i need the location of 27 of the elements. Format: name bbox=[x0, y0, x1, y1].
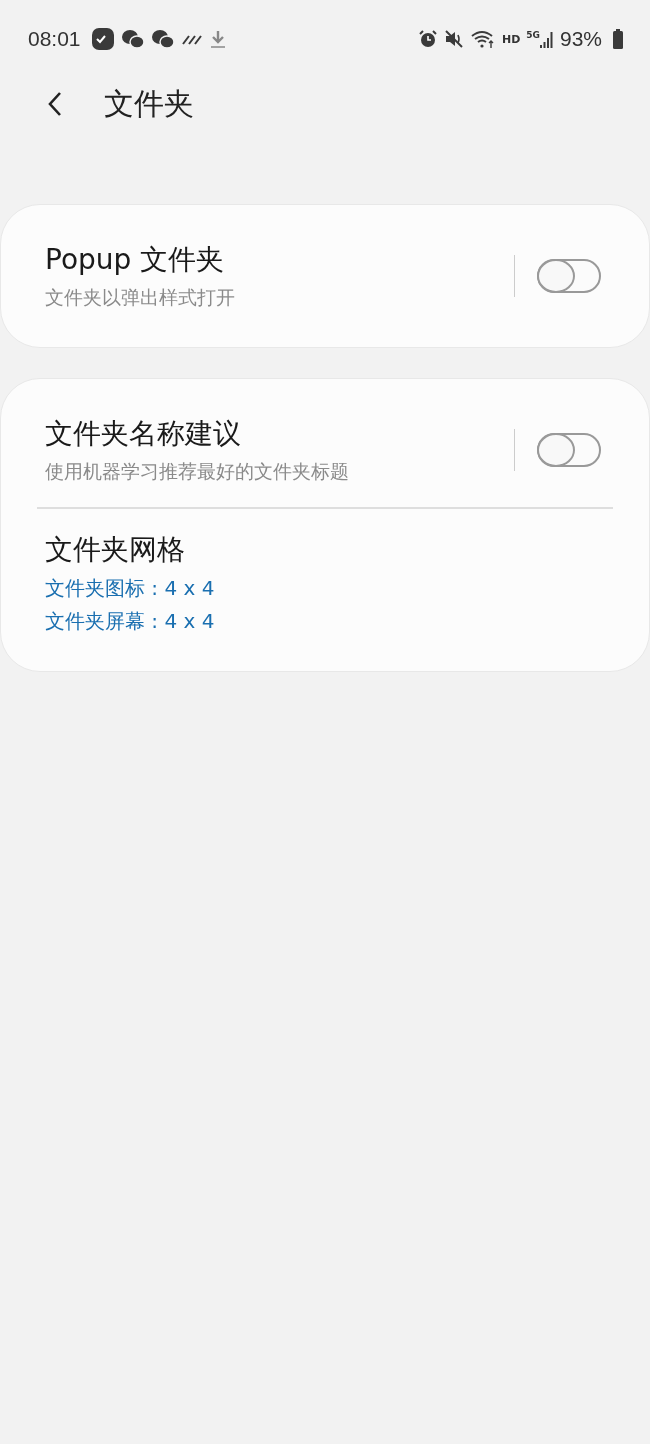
setting-row[interactable]: 文件夹网格 文件夹图标 : 4 x 4 文件夹屏幕 : 4 x 4 bbox=[1, 508, 649, 657]
page-title: 文件夹 bbox=[104, 84, 194, 123]
hd-label: HD bbox=[501, 32, 521, 46]
chat-bubbles-icon bbox=[150, 28, 175, 50]
checklist-app-icon bbox=[90, 27, 115, 51]
setting-title: 文件夹网格 bbox=[45, 531, 186, 568]
setting-title: Popup 文件夹 bbox=[45, 242, 226, 278]
wifi-icon bbox=[469, 29, 496, 49]
download-icon bbox=[208, 29, 227, 49]
setting-row[interactable]: Popup 文件夹 文件夹以弹出样式打开 bbox=[1, 219, 649, 333]
setting-value: 文件夹屏幕 : 4 x 4 bbox=[45, 607, 216, 635]
back-icon bbox=[48, 91, 62, 117]
setting-row[interactable]: 文件夹名称建议 使用机器学习推荐最好的文件夹标题 bbox=[1, 393, 649, 507]
setting-title: 文件夹名称建议 bbox=[45, 416, 242, 452]
setting-value: 文件夹图标 : 4 x 4 bbox=[45, 574, 216, 602]
setting-summary: 文件夹以弹出样式打开 bbox=[45, 285, 236, 310]
battery-percent: 93% bbox=[559, 27, 602, 51]
mute-icon bbox=[443, 29, 464, 49]
battery-icon bbox=[612, 29, 624, 49]
signal-icon bbox=[539, 30, 554, 48]
status-time: 08:01 bbox=[28, 27, 81, 51]
network-type-label: 5G bbox=[526, 30, 540, 40]
toggle-switch[interactable] bbox=[537, 259, 601, 293]
toggle-switch[interactable] bbox=[537, 433, 601, 467]
alarm-icon bbox=[417, 29, 438, 49]
setting-summary: 使用机器学习推荐最好的文件夹标题 bbox=[45, 459, 350, 484]
chat-bubbles-icon bbox=[120, 28, 145, 50]
